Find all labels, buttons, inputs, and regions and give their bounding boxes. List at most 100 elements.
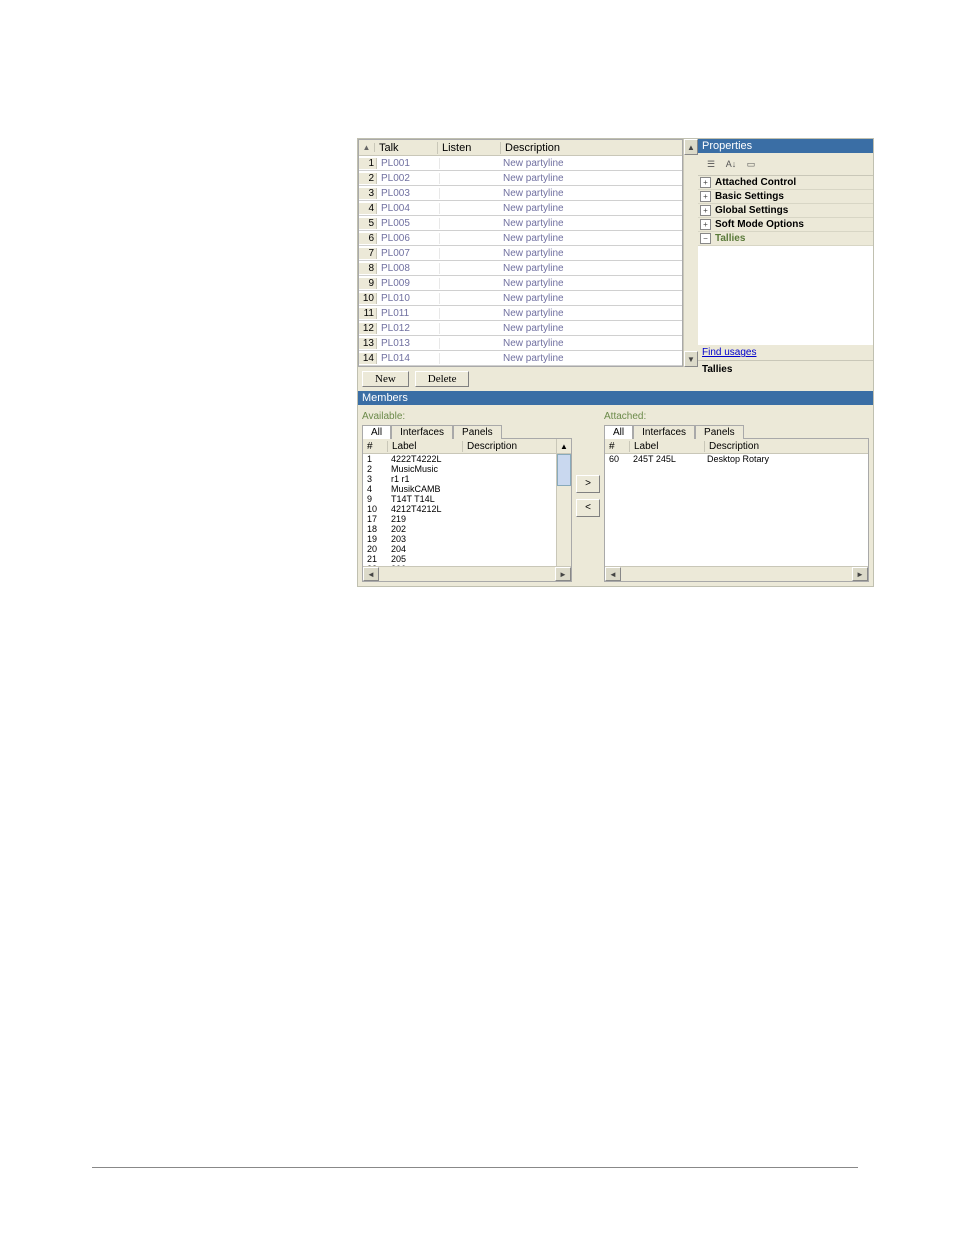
col-desc[interactable]: Description: [705, 441, 868, 452]
tab-interfaces[interactable]: Interfaces: [391, 425, 453, 439]
cell-talk[interactable]: PL009: [377, 278, 440, 289]
list-item[interactable]: 20204: [363, 544, 571, 554]
scroll-left-icon[interactable]: ◄: [605, 567, 621, 581]
tab-panels[interactable]: Panels: [453, 425, 502, 439]
list-item[interactable]: 60245T 245LDesktop Rotary: [605, 454, 868, 464]
scroll-right-icon[interactable]: ►: [555, 567, 571, 581]
list-item[interactable]: 19203: [363, 534, 571, 544]
table-row[interactable]: 10PL010New partyline: [359, 291, 682, 306]
table-row[interactable]: 6PL006New partyline: [359, 231, 682, 246]
cell-description[interactable]: New partyline: [499, 323, 682, 334]
expand-icon[interactable]: +: [700, 177, 711, 188]
col-listen[interactable]: Listen: [438, 142, 501, 154]
tab-interfaces[interactable]: Interfaces: [633, 425, 695, 439]
horizontal-scrollbar[interactable]: ◄ ►: [363, 566, 571, 581]
new-button[interactable]: New: [362, 371, 409, 387]
cell-talk[interactable]: PL011: [377, 308, 440, 319]
cell-talk[interactable]: PL012: [377, 323, 440, 334]
cell-description[interactable]: New partyline: [499, 173, 682, 184]
col-num[interactable]: #: [605, 441, 630, 452]
sort-up-icon[interactable]: ▲: [359, 143, 375, 152]
scroll-right-icon[interactable]: ►: [852, 567, 868, 581]
cell-description[interactable]: New partyline: [499, 278, 682, 289]
cell-talk[interactable]: PL008: [377, 263, 440, 274]
table-row[interactable]: 9PL009New partyline: [359, 276, 682, 291]
cell-talk[interactable]: PL006: [377, 233, 440, 244]
scroll-up-icon[interactable]: ▲: [556, 439, 571, 453]
cell-description[interactable]: New partyline: [499, 158, 682, 169]
col-label[interactable]: Label: [388, 441, 463, 452]
list-item[interactable]: 2MusicMusic: [363, 464, 571, 474]
cell-description[interactable]: New partyline: [499, 293, 682, 304]
categorized-icon[interactable]: ☰: [702, 155, 720, 173]
cell-talk[interactable]: PL010: [377, 293, 440, 304]
cell-description[interactable]: New partyline: [499, 338, 682, 349]
property-category[interactable]: +Attached Control: [698, 176, 873, 190]
scroll-up-icon[interactable]: ▲: [684, 139, 698, 155]
cell-description[interactable]: New partyline: [499, 203, 682, 214]
property-category[interactable]: +Soft Mode Options: [698, 218, 873, 232]
cell-talk[interactable]: PL005: [377, 218, 440, 229]
cell-talk[interactable]: PL001: [377, 158, 440, 169]
list-item[interactable]: 21205: [363, 554, 571, 564]
move-right-button[interactable]: >: [576, 475, 600, 493]
expand-icon[interactable]: +: [700, 205, 711, 216]
table-row[interactable]: 7PL007New partyline: [359, 246, 682, 261]
expand-icon[interactable]: +: [700, 191, 711, 202]
cell-description[interactable]: New partyline: [499, 308, 682, 319]
delete-button[interactable]: Delete: [415, 371, 470, 387]
attached-list[interactable]: # Label Description 60245T 245LDesktop R…: [604, 438, 869, 582]
list-item[interactable]: 104212T4212L: [363, 504, 571, 514]
col-talk[interactable]: Talk: [375, 142, 438, 154]
cell-description[interactable]: New partyline: [499, 353, 682, 364]
tab-panels[interactable]: Panels: [695, 425, 744, 439]
move-left-button[interactable]: <: [576, 499, 600, 517]
list-item[interactable]: 14222T4222L: [363, 454, 571, 464]
cell-talk[interactable]: PL004: [377, 203, 440, 214]
available-list[interactable]: # Label Description ▲ 14222T4222L2MusicM…: [362, 438, 572, 582]
expand-icon[interactable]: +: [700, 219, 711, 230]
list-item[interactable]: 22206: [363, 564, 571, 566]
table-row[interactable]: 14PL014New partyline: [359, 351, 682, 366]
property-pages-icon[interactable]: ▭: [742, 155, 760, 173]
table-row[interactable]: 5PL005New partyline: [359, 216, 682, 231]
list-item[interactable]: 3r1 r1: [363, 474, 571, 484]
cell-talk[interactable]: PL003: [377, 188, 440, 199]
property-category[interactable]: +Global Settings: [698, 204, 873, 218]
scroll-track[interactable]: [684, 155, 698, 351]
cell-description[interactable]: New partyline: [499, 233, 682, 244]
table-row[interactable]: 12PL012New partyline: [359, 321, 682, 336]
col-description[interactable]: Description: [501, 142, 682, 154]
scroll-down-icon[interactable]: ▼: [684, 351, 698, 367]
horizontal-scrollbar[interactable]: ◄ ►: [605, 566, 868, 581]
table-row[interactable]: 13PL013New partyline: [359, 336, 682, 351]
vertical-scrollbar[interactable]: ▲ ▼: [683, 139, 698, 367]
cell-description[interactable]: New partyline: [499, 248, 682, 259]
cell-talk[interactable]: PL007: [377, 248, 440, 259]
tab-all[interactable]: All: [604, 425, 633, 439]
table-row[interactable]: 11PL011New partyline: [359, 306, 682, 321]
alphabetical-icon[interactable]: A↓: [722, 155, 740, 173]
col-num[interactable]: #: [363, 441, 388, 452]
cell-talk[interactable]: PL002: [377, 173, 440, 184]
find-usages-link[interactable]: Find usages: [698, 345, 873, 360]
col-label[interactable]: Label: [630, 441, 705, 452]
table-row[interactable]: 2PL002New partyline: [359, 171, 682, 186]
table-row[interactable]: 8PL008New partyline: [359, 261, 682, 276]
tab-all[interactable]: All: [362, 425, 391, 439]
scroll-track[interactable]: [621, 567, 852, 581]
cell-talk[interactable]: PL014: [377, 353, 440, 364]
cell-talk[interactable]: PL013: [377, 338, 440, 349]
scroll-track[interactable]: [379, 567, 555, 581]
col-desc[interactable]: Description: [463, 441, 556, 452]
list-item[interactable]: 18202: [363, 524, 571, 534]
list-item[interactable]: 4MusikCAMB: [363, 484, 571, 494]
property-category[interactable]: +Basic Settings: [698, 190, 873, 204]
table-row[interactable]: 1PL001New partyline: [359, 156, 682, 171]
vertical-scrollbar[interactable]: [556, 454, 571, 566]
cell-description[interactable]: New partyline: [499, 188, 682, 199]
collapse-icon[interactable]: −: [700, 233, 711, 244]
list-item[interactable]: 17219: [363, 514, 571, 524]
cell-description[interactable]: New partyline: [499, 218, 682, 229]
table-row[interactable]: 4PL004New partyline: [359, 201, 682, 216]
